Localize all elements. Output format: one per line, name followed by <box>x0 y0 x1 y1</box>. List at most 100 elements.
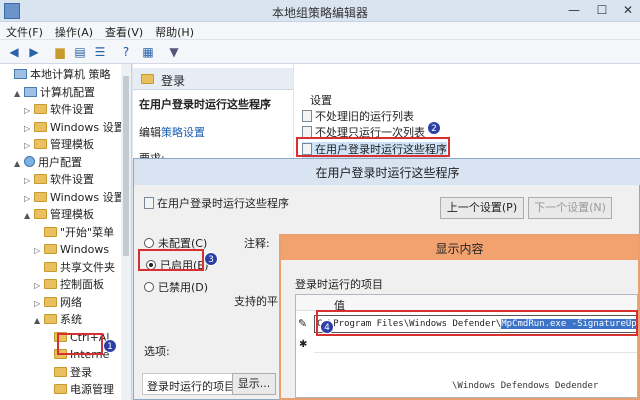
dialog-policy-name: 在用户登录时运行这些程序 <box>157 197 289 210</box>
computer-icon <box>24 86 37 97</box>
window-title: 本地组策略编辑器 <box>271 6 368 20</box>
menu-file[interactable]: 文件(F) <box>0 22 49 40</box>
setting-row[interactable]: 不处理旧的运行列表 <box>302 109 414 125</box>
tree-node-label: Windows <box>60 243 110 256</box>
show-dialog-title-bar: 显示内容 <box>281 236 638 260</box>
tree-node[interactable]: ▲ 系统 <box>34 311 82 329</box>
tree-node-label: Windows 设置 <box>50 190 125 204</box>
menu-action[interactable]: 操作(A) <box>49 22 99 40</box>
tree-node[interactable]: "开始"菜单 <box>34 224 114 242</box>
tree-node[interactable]: ▷ 网络 <box>34 294 82 312</box>
expand-arrow-icon[interactable]: ▲ <box>14 85 24 103</box>
title-bar: 本地组策略编辑器 — ☐ ✕ <box>0 0 640 22</box>
previous-setting-button[interactable]: 上一个设置(P) <box>440 197 524 219</box>
expand-arrow-icon[interactable]: ▷ <box>34 242 44 260</box>
step-marker-2: 2 <box>427 121 441 135</box>
list-icon[interactable]: ☰ <box>92 44 108 60</box>
expand-arrow-icon[interactable]: ▲ <box>24 207 34 225</box>
tree-node[interactable]: ▲ 计算机配置 <box>14 84 95 102</box>
folder-icon <box>44 261 57 272</box>
tree-node-label: 控制面板 <box>60 278 104 291</box>
folder-icon <box>44 296 57 307</box>
step-marker-3: 3 <box>204 252 218 266</box>
folder-icon <box>44 244 57 254</box>
forward-arrow-icon[interactable]: ▶ <box>26 44 42 60</box>
menu-bar: 文件(F) 操作(A) 查看(V) 帮助(H) <box>0 22 640 40</box>
tree-node[interactable]: ▷ Windows <box>34 241 109 259</box>
tree-node-label: 用户配置 <box>38 155 82 169</box>
tree-node-label: 系统 <box>60 313 82 326</box>
next-setting-button[interactable]: 下一个设置(N) <box>528 197 612 219</box>
tree-node[interactable]: ▷ 软件设置 <box>24 101 94 119</box>
maximize-button[interactable]: ☐ <box>588 0 616 20</box>
tree-node[interactable]: 电源管理 <box>44 381 114 399</box>
tree-node[interactable]: ▷ Windows 设置 <box>24 189 125 207</box>
edit-prefix: 编辑 <box>139 126 161 139</box>
close-button[interactable]: ✕ <box>614 0 640 20</box>
settings-column-header: 设置 <box>310 94 332 107</box>
tree-node[interactable]: ▷ 软件设置 <box>24 171 94 189</box>
pane-header: 登录 <box>133 68 293 90</box>
expand-arrow-icon[interactable]: ▷ <box>24 102 34 120</box>
tree-node-label: 共享文件夹 <box>60 260 115 274</box>
step-marker-1: 1 <box>103 339 117 353</box>
dialog-title: 在用户登录时运行这些程序 <box>315 166 460 180</box>
tree-node[interactable]: 登录 <box>44 364 92 382</box>
computer-icon <box>14 69 27 79</box>
menu-view[interactable]: 查看(V) <box>99 22 149 40</box>
show-section-label: 登录时运行的项目 <box>295 278 383 291</box>
show-tree-icon[interactable]: ▤ <box>72 44 88 60</box>
expand-arrow-icon[interactable]: ▷ <box>24 190 34 208</box>
tree-node[interactable]: ▲ 管理模板 <box>24 206 94 224</box>
bottom-value-text: \Windows Defendows Dedender <box>452 381 599 391</box>
tree-node-label: 软件设置 <box>50 103 94 116</box>
minimize-button[interactable]: — <box>560 0 588 20</box>
comment-label: 注释: <box>244 237 270 250</box>
show-button[interactable]: 显示... <box>232 373 276 395</box>
help-icon[interactable]: ? <box>118 44 134 60</box>
tree-node[interactable]: ▷ 管理模板 <box>24 136 94 154</box>
menu-help[interactable]: 帮助(H) <box>149 22 200 40</box>
expand-arrow-icon[interactable]: ▷ <box>34 277 44 295</box>
edit-pencil-icon: ✎ <box>298 317 308 330</box>
radio-disabled[interactable]: 已禁用(D) <box>144 279 208 295</box>
folder-icon <box>34 209 47 219</box>
policy-settings-link[interactable]: 策略设置 <box>161 126 205 139</box>
tree-scrollbar[interactable] <box>121 64 131 400</box>
highlight-setting <box>296 137 450 157</box>
expand-arrow-icon[interactable]: ▷ <box>24 120 34 138</box>
folder-up-icon[interactable]: ▆ <box>52 44 68 60</box>
expand-arrow-icon[interactable]: ▷ <box>24 172 34 190</box>
folder-icon <box>54 384 67 394</box>
back-arrow-icon[interactable]: ◀ <box>6 44 22 60</box>
tree-node-label: 登录 <box>70 365 92 379</box>
tree-node[interactable]: ▷ 控制面板 <box>34 276 104 294</box>
expand-arrow-icon[interactable]: ▷ <box>34 295 44 313</box>
folder-icon <box>34 139 47 149</box>
tree-node-label: 计算机配置 <box>40 85 95 99</box>
expand-arrow-icon[interactable]: ▷ <box>24 137 34 155</box>
highlight-enabled-radio <box>138 249 204 271</box>
filter-icon[interactable]: ▼ <box>166 44 182 60</box>
expand-arrow-icon[interactable]: ▲ <box>14 155 24 173</box>
step-marker-4: 4 <box>320 320 334 334</box>
tree-node-label: 网络 <box>60 295 82 309</box>
tree-node[interactable]: ▷ Windows 设置 <box>24 119 125 137</box>
folder-icon <box>44 226 57 237</box>
tree-node-label: 本地计算机 策略 <box>30 68 111 81</box>
new-row[interactable] <box>314 337 637 353</box>
dialog-title-bar: 在用户登录时运行这些程序 <box>134 159 640 185</box>
tree-node-label: Windows 设置 <box>50 120 125 134</box>
folder-icon <box>54 366 67 377</box>
tree-node[interactable]: ▲ 用户配置 <box>14 154 82 172</box>
properties-icon[interactable]: ▦ <box>140 44 156 60</box>
tree-node[interactable]: 共享文件夹 <box>34 259 115 277</box>
expand-arrow-icon[interactable]: ▲ <box>34 312 44 330</box>
tree-node[interactable]: 本地计算机 策略 <box>4 66 111 84</box>
highlight-value-input <box>316 310 638 336</box>
items-label: 登录时运行的项目 <box>147 380 235 393</box>
new-row-marker: ✱ <box>299 339 308 350</box>
pane-header-title: 登录 <box>161 74 186 88</box>
radio-circle <box>144 238 154 248</box>
folder-icon <box>34 174 47 184</box>
